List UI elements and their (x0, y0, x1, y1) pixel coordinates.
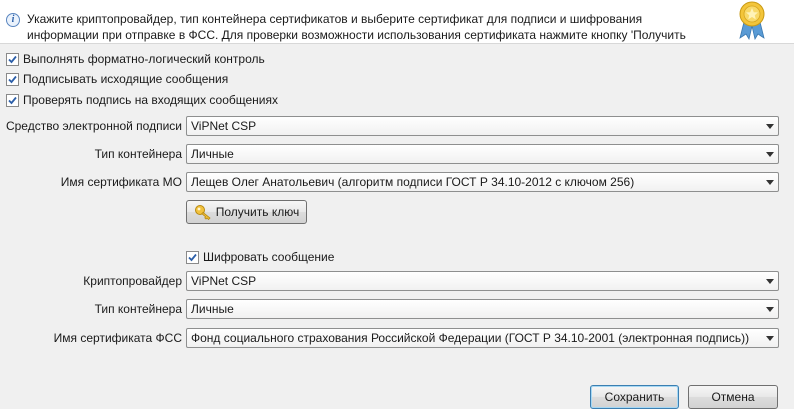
sign-outgoing-option[interactable]: Подписывать исходящие сообщения (6, 71, 228, 87)
info-icon: i (6, 13, 20, 27)
format-control-checkbox[interactable] (6, 52, 19, 66)
chevron-down-icon (762, 329, 778, 347)
encryption-cert-select[interactable]: Фонд социального страхования Российской … (186, 328, 779, 348)
cancel-button[interactable]: Отмена (688, 385, 778, 409)
signature-cert-select[interactable]: Лещев Олег Анатольевич (алгоритм подписи… (186, 172, 779, 192)
verify-incoming-option[interactable]: Проверять подпись на входящих сообщениях (6, 92, 278, 108)
sign-outgoing-label: Подписывать исходящие сообщения (23, 72, 229, 86)
encryption-cert-label: Имя сертификата ФСС (53, 331, 182, 345)
signature-tool-value: ViPNet CSP (191, 119, 257, 133)
encrypt-message-label: Шифровать сообщение (203, 250, 335, 264)
format-control-option[interactable]: Выполнять форматно-логический контроль (6, 51, 265, 67)
key-icon (194, 205, 211, 221)
signature-cert-value: Лещев Олег Анатольевич (алгоритм подписи… (191, 175, 635, 189)
chevron-down-icon (762, 145, 778, 163)
dialog-header: i Укажите криптопровайдер, тип контейнер… (0, 0, 794, 44)
encryption-provider-label: Криптопровайдер (83, 274, 182, 288)
verify-incoming-checkbox[interactable] (6, 93, 19, 107)
encryption-container-value: Личные (191, 302, 234, 316)
encrypt-message-option[interactable]: Шифровать сообщение (186, 249, 334, 265)
header-text-line-1: Укажите криптопровайдер, тип контейнера … (27, 12, 643, 26)
encryption-container-select[interactable]: Личные (186, 299, 779, 319)
chevron-down-icon (762, 117, 778, 135)
cut-off-title (6, 0, 306, 4)
cancel-label: Отмена (711, 390, 755, 404)
encryption-provider-select[interactable]: ViPNet CSP (186, 271, 779, 291)
header-text-line-2: информации при отправке в ФСС. Для прове… (27, 28, 686, 42)
signature-tool-select[interactable]: ViPNet CSP (186, 116, 779, 136)
save-label: Сохранить (604, 390, 665, 404)
chevron-down-icon (762, 173, 778, 191)
chevron-down-icon (762, 272, 778, 290)
verify-incoming-label: Проверять подпись на входящих сообщениях (23, 93, 278, 107)
header-description: Укажите криптопровайдер, тип контейнера … (27, 11, 727, 43)
signature-container-select[interactable]: Личные (186, 144, 779, 164)
encryption-cert-value: Фонд социального страхования Российской … (191, 331, 750, 345)
get-key-button[interactable]: Получить ключ (186, 200, 307, 224)
certificate-badge-icon (739, 1, 765, 40)
signature-tool-label: Средство электронной подписи (5, 119, 182, 133)
chevron-down-icon (762, 300, 778, 318)
signature-container-value: Личные (191, 147, 234, 161)
save-button[interactable]: Сохранить (590, 385, 679, 409)
format-control-label: Выполнять форматно-логический контроль (23, 52, 265, 66)
sign-outgoing-checkbox[interactable] (6, 72, 19, 86)
signature-cert-label: Имя сертификата МО (60, 175, 182, 189)
encrypt-message-checkbox[interactable] (186, 250, 199, 264)
signature-container-label: Тип контейнера (94, 147, 182, 161)
encryption-provider-value: ViPNet CSP (191, 274, 257, 288)
get-key-label: Получить ключ (215, 205, 300, 219)
encryption-container-label: Тип контейнера (94, 302, 182, 316)
